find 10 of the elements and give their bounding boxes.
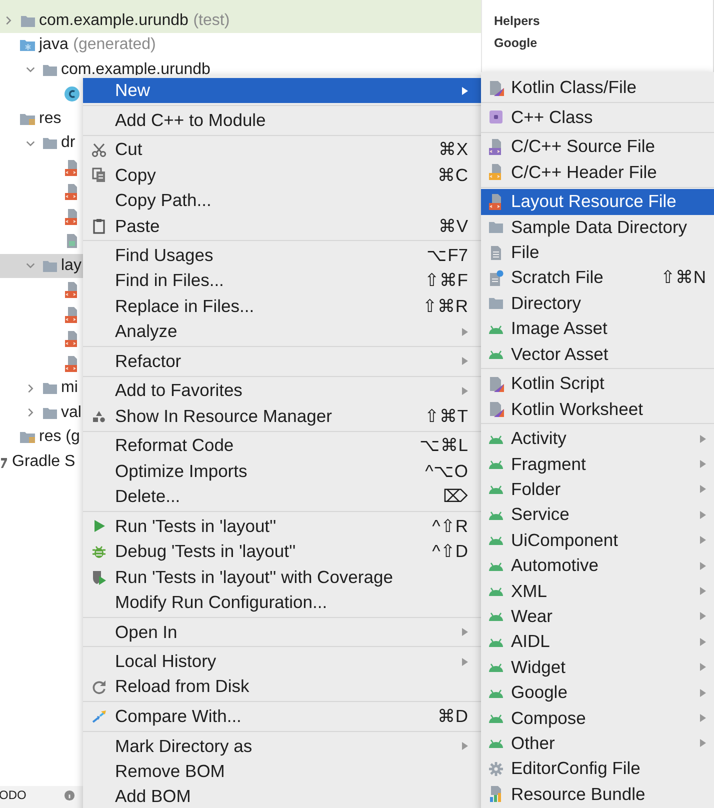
tree-label: lay (61, 256, 82, 275)
tree-label: res (g (39, 428, 80, 446)
tree-label: mi (61, 379, 78, 398)
tree-label: com.example.urundb (test) (39, 12, 230, 30)
tree-label: res (39, 110, 62, 128)
tree-label: val (61, 404, 82, 422)
tree-label: java (generated) (39, 36, 156, 54)
tree-label: dr (61, 134, 76, 152)
tree-label: Gradle S (12, 452, 76, 471)
tree-label: com.example.urundb (61, 60, 210, 79)
